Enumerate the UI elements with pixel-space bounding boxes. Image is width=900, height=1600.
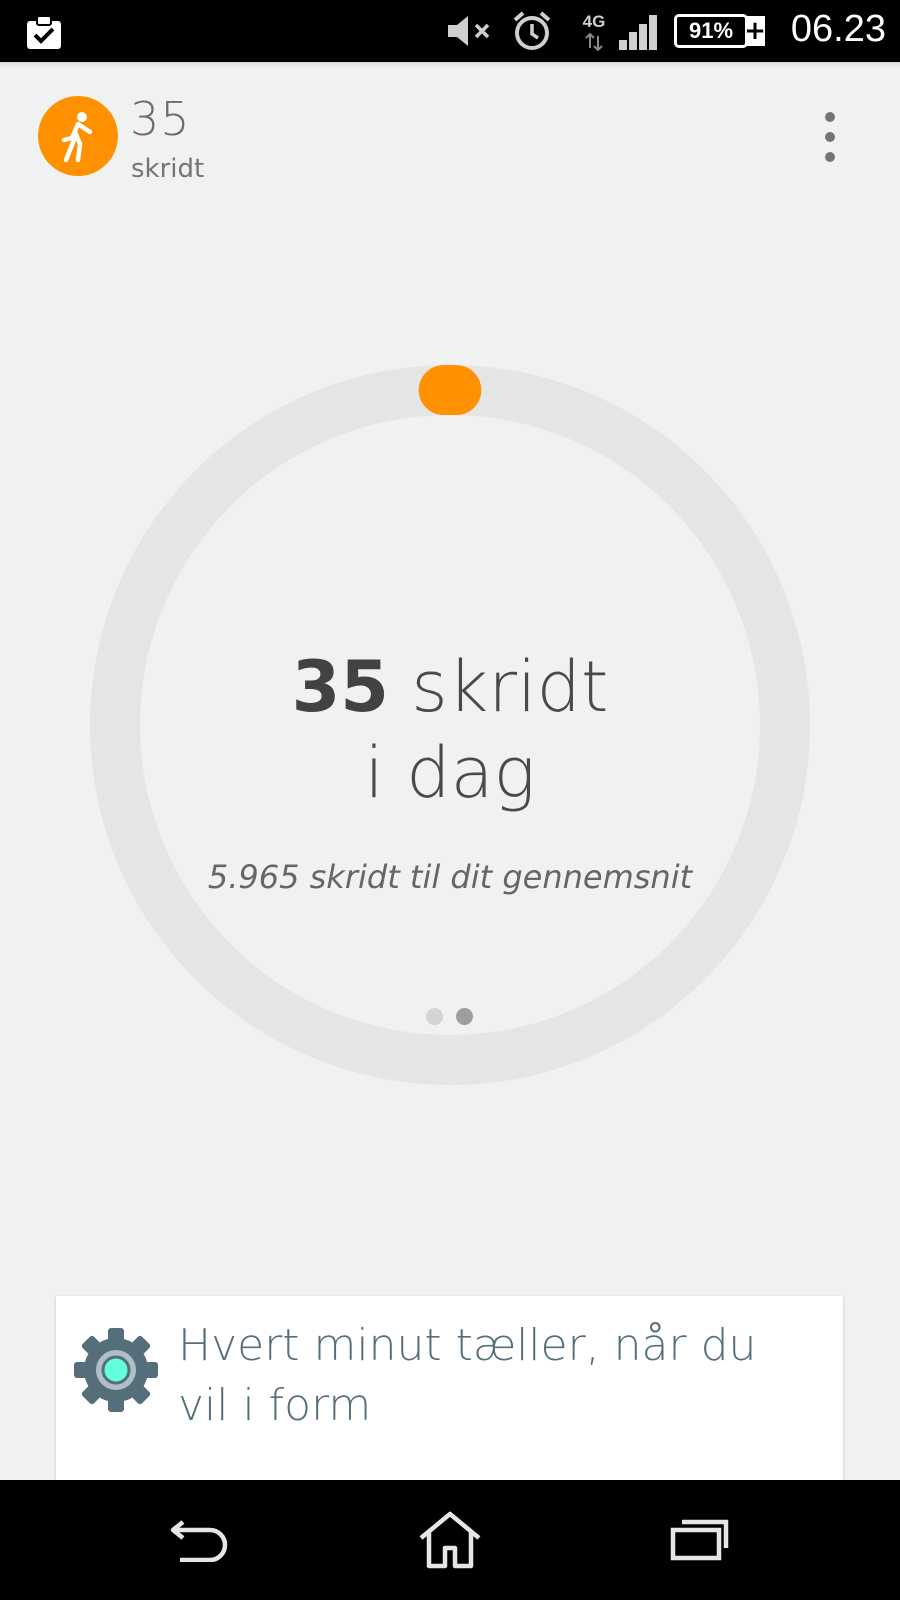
- tip-card[interactable]: Hvert minut tæller, når du vil i form: [56, 1296, 843, 1486]
- today-period-label: i dag: [364, 732, 536, 814]
- today-step-unit: skridt: [411, 646, 609, 728]
- back-arrow-icon: [170, 1520, 228, 1562]
- recent-apps-icon: [670, 1519, 729, 1561]
- page-dot[interactable]: [426, 1008, 443, 1025]
- tip-card-text: Hvert minut tæller, når du vil i form: [178, 1320, 757, 1431]
- home-button[interactable]: [400, 1500, 500, 1580]
- recent-apps-button[interactable]: [650, 1500, 750, 1580]
- navigation-bar: [0, 1480, 900, 1600]
- page-indicator[interactable]: [426, 1008, 476, 1026]
- today-step-summary: 35 skridt: [0, 646, 900, 728]
- average-remaining-text: 5.965 skridt til dit gennemsnit: [207, 858, 693, 896]
- home-icon: [419, 1511, 481, 1569]
- today-step-count: 35: [291, 646, 390, 728]
- back-button[interactable]: [150, 1500, 250, 1580]
- page-dot[interactable]: [456, 1008, 473, 1025]
- gear-icon: [72, 1326, 160, 1414]
